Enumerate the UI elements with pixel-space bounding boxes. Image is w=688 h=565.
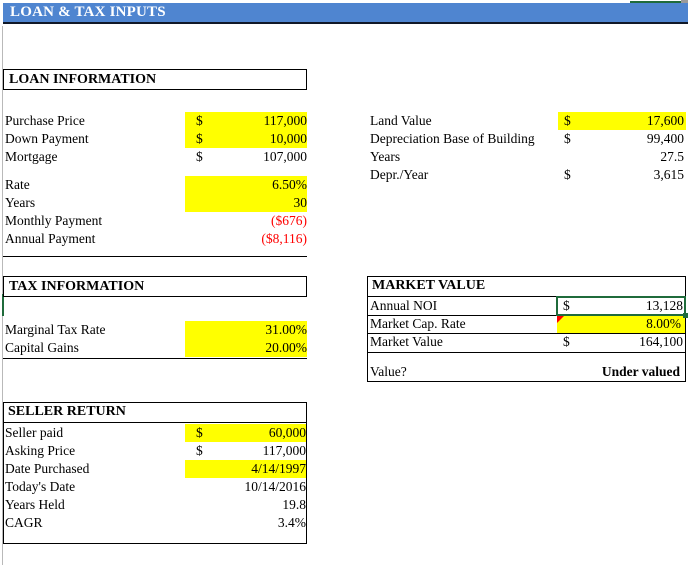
row-label: Capital Gains bbox=[5, 340, 79, 355]
row-label: Marginal Tax Rate bbox=[5, 322, 106, 337]
row-value: 99,400 bbox=[646, 131, 684, 146]
row-value[interactable]: 30 bbox=[187, 194, 308, 212]
market-row-rule-3 bbox=[367, 352, 686, 353]
row-value[interactable]: 117,000 bbox=[187, 112, 307, 130]
tax-section-bottom-rule bbox=[3, 358, 307, 359]
market-value-heading: MARKET VALUE bbox=[367, 276, 686, 297]
row-label: Down Payment bbox=[5, 131, 89, 146]
row-label: Monthly Payment bbox=[5, 213, 103, 228]
loan-information-heading: LOAN INFORMATION bbox=[3, 69, 307, 90]
row-label: Depr./Year bbox=[370, 167, 429, 182]
tax-information-heading: TAX INFORMATION bbox=[3, 276, 307, 297]
row-value[interactable]: 4/14/1997 bbox=[187, 460, 306, 478]
row-value[interactable]: 20.00% bbox=[187, 339, 307, 357]
row-value: ($676) bbox=[271, 213, 307, 228]
row-value: 107,000 bbox=[263, 149, 307, 164]
row-value: 164,100 bbox=[639, 334, 683, 349]
comment-indicator-icon[interactable] bbox=[557, 316, 564, 323]
table-row: Market Value $ 164,100 bbox=[370, 333, 686, 351]
table-row: Today's Date 10/14/2016 bbox=[5, 478, 307, 496]
table-row: Depreciation Base of Building $ 99,400 bbox=[370, 130, 686, 148]
table-row[interactable]: Annual NOI $ 13,128 bbox=[370, 297, 686, 315]
row-label: Mortgage bbox=[5, 149, 58, 164]
table-row: CAGR 3.4% bbox=[5, 514, 307, 532]
table-row: Asking Price $ 117,000 bbox=[5, 442, 307, 460]
table-row[interactable]: Capital Gains 20.00% bbox=[5, 339, 307, 357]
page-title: LOAN & TAX INPUTS bbox=[10, 4, 166, 20]
row-label: Date Purchased bbox=[5, 461, 90, 476]
table-row[interactable]: Down Payment $ 10,000 bbox=[5, 130, 307, 148]
fill-handle[interactable] bbox=[683, 313, 688, 318]
row-value: 19.8 bbox=[282, 497, 306, 512]
row-label: Market Value bbox=[370, 334, 443, 349]
table-row[interactable]: Date Purchased 4/14/1997 bbox=[5, 460, 307, 478]
row-label: Market Cap. Rate bbox=[370, 316, 466, 331]
table-row[interactable]: Seller paid $ 60,000 bbox=[5, 424, 307, 442]
table-row: Annual Payment ($8,116) bbox=[5, 230, 307, 248]
table-row[interactable]: Mortgage $ 107,000 bbox=[5, 148, 307, 166]
row-label: Today's Date bbox=[5, 479, 76, 494]
table-row[interactable]: Purchase Price $ 117,000 bbox=[5, 112, 307, 130]
row-label: Years Held bbox=[5, 497, 65, 512]
table-row: Years Held 19.8 bbox=[5, 496, 307, 514]
selection-edge-marker bbox=[2, 294, 4, 316]
row-value[interactable]: 13,128 bbox=[555, 297, 683, 315]
table-row: Monthly Payment ($676) bbox=[5, 212, 307, 230]
row-value[interactable]: 8.00% bbox=[555, 315, 681, 333]
table-row: Years 27.5 bbox=[370, 148, 686, 166]
row-value[interactable]: 31.00% bbox=[187, 321, 307, 339]
row-value[interactable]: 60,000 bbox=[187, 424, 306, 442]
row-label: Rate bbox=[5, 177, 30, 192]
row-label: Asking Price bbox=[5, 443, 76, 458]
seller-return-heading: SELLER RETURN bbox=[3, 402, 307, 423]
table-row[interactable]: Marginal Tax Rate 31.00% bbox=[5, 321, 307, 339]
row-label: Purchase Price bbox=[5, 113, 85, 128]
table-row[interactable]: Rate 6.50% bbox=[5, 176, 307, 194]
row-value[interactable]: 6.50% bbox=[187, 176, 307, 194]
row-label: Annual Payment bbox=[5, 231, 96, 246]
title-gray-corner bbox=[681, 0, 688, 3]
row-label: Land Value bbox=[370, 113, 432, 128]
row-label: Value? bbox=[370, 364, 407, 379]
row-value: 10/14/2016 bbox=[244, 479, 306, 494]
table-row[interactable]: Market Cap. Rate 8.00% bbox=[370, 315, 686, 333]
row-value: ($8,116) bbox=[261, 231, 307, 246]
row-label: CAGR bbox=[5, 515, 43, 530]
status-badge: Under valued bbox=[601, 364, 680, 379]
row-value: 27.5 bbox=[660, 149, 684, 164]
table-row[interactable]: Years 30 bbox=[5, 194, 307, 212]
sheet-title-bar: LOAN & TAX INPUTS bbox=[3, 3, 688, 24]
title-green-edge bbox=[630, 1, 682, 3]
row-label: Years bbox=[5, 195, 36, 210]
row-value[interactable]: 10,000 bbox=[187, 130, 307, 148]
row-value[interactable]: 17,600 bbox=[556, 112, 684, 130]
row-value: 117,000 bbox=[262, 443, 306, 458]
table-row[interactable]: Land Value $ 17,600 bbox=[370, 112, 686, 130]
table-row: Value? Under valued bbox=[370, 363, 686, 381]
loan-section-bottom-rule bbox=[3, 256, 307, 257]
row-label: Annual NOI bbox=[370, 298, 438, 313]
row-label: Seller paid bbox=[5, 425, 64, 440]
row-value: 3,615 bbox=[653, 167, 684, 182]
row-label: Years bbox=[370, 149, 401, 164]
row-label: Depreciation Base of Building bbox=[370, 131, 535, 146]
row-value: 3.4% bbox=[277, 515, 306, 530]
table-row: Depr./Year $ 3,615 bbox=[370, 166, 686, 184]
